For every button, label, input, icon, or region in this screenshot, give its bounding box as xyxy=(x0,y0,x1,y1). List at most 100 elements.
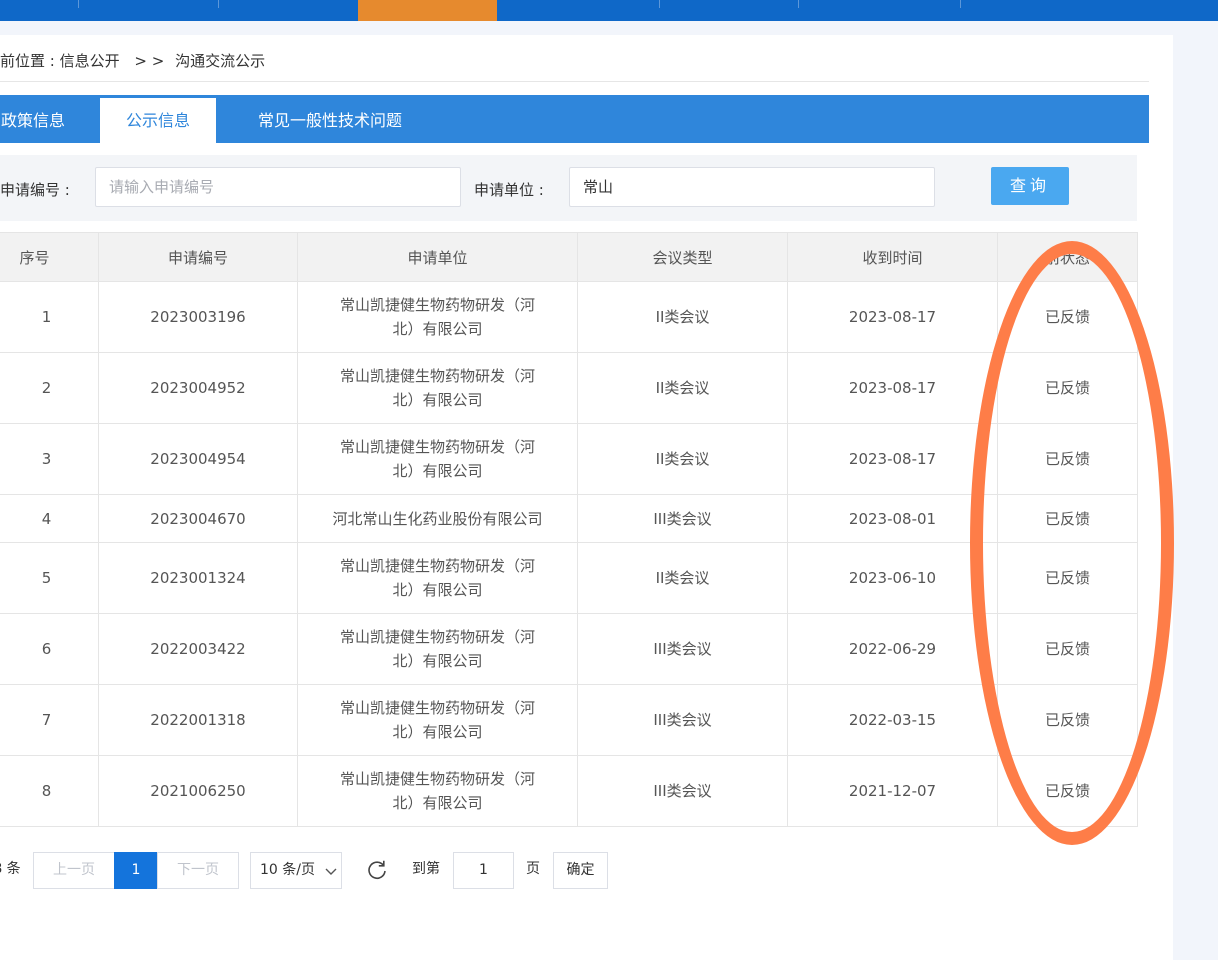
cell-index: 5 xyxy=(0,542,99,614)
cell-index: 2 xyxy=(0,352,99,424)
cell-status: 已反馈 xyxy=(997,542,1138,614)
unit-line: 常山凯捷健生物药物研发（河 xyxy=(339,296,535,314)
unit-line: 北）有限公司 xyxy=(392,723,483,741)
results-table: 序号 申请编号 申请单位 会议类型 收到时间 前状态 1 2023003196 常山… xyxy=(0,232,1138,827)
cell-unit: 常山凯捷健生物药物研发（河 北）有限公司 xyxy=(297,281,578,353)
cell-index: 3 xyxy=(0,423,99,495)
tab-policy-info[interactable]: 政策信息 xyxy=(0,95,82,143)
cell-unit: 河北常山生化药业股份有限公司 xyxy=(297,494,578,543)
total-count: 8 条 xyxy=(0,861,21,877)
cell-app-no: 2023001324 xyxy=(98,542,298,614)
goto-label: 到第 xyxy=(412,861,440,877)
table-row: 6 2022003422 常山凯捷健生物药物研发（河 北）有限公司 III类会议 2022… xyxy=(0,613,1138,685)
unit-line: 河北常山生化药业股份有限公司 xyxy=(332,509,543,528)
page-unit-label: 页 xyxy=(526,861,540,877)
breadcrumb: 前位置 : 信息公开 > > 沟通交流公示 xyxy=(0,50,265,71)
cell-unit: 常山凯捷健生物药物研发（河 北）有限公司 xyxy=(297,423,578,495)
table-row: 3 2023004954 常山凯捷健生物药物研发（河 北）有限公司 II类会议 2023-… xyxy=(0,423,1138,495)
cell-meeting-type: III类会议 xyxy=(577,684,788,756)
cell-index: 8 xyxy=(0,755,99,827)
cell-received-date: 2023-08-17 xyxy=(787,352,998,424)
cell-status: 已反馈 xyxy=(997,423,1138,495)
cell-received-date: 2021-12-07 xyxy=(787,755,998,827)
header-unit: 申请单位 xyxy=(297,232,578,282)
cell-status: 已反馈 xyxy=(997,755,1138,827)
cell-app-no: 2022003422 xyxy=(98,613,298,685)
table-header-row: 序号 申请编号 申请单位 会议类型 收到时间 前状态 xyxy=(0,232,1138,282)
cell-received-date: 2023-08-17 xyxy=(787,281,998,353)
unit-line: 北）有限公司 xyxy=(392,320,483,338)
cell-index: 1 xyxy=(0,281,99,353)
page-size-select[interactable]: 10 条/页 xyxy=(250,852,342,889)
cell-app-no: 2021006250 xyxy=(98,755,298,827)
unit-line: 常山凯捷健生物药物研发（河 xyxy=(339,557,535,575)
table-row: 5 2023001324 常山凯捷健生物药物研发（河 北）有限公司 II类会议 2023-… xyxy=(0,542,1138,614)
cell-status: 已反馈 xyxy=(997,281,1138,353)
table-row: 2 2023004952 常山凯捷健生物药物研发（河 北）有限公司 II类会议 2023-… xyxy=(0,352,1138,424)
top-nav-bar xyxy=(0,0,1218,21)
cell-unit: 常山凯捷健生物药物研发（河 北）有限公司 xyxy=(297,613,578,685)
refresh-icon[interactable] xyxy=(366,859,388,881)
cell-index: 7 xyxy=(0,684,99,756)
cell-meeting-type: II类会议 xyxy=(577,542,788,614)
search-filter-bar: 申请编号 : 申请单位 : 常山 查询 xyxy=(0,155,1137,221)
confirm-button[interactable]: 确定 xyxy=(553,852,608,889)
cell-unit: 常山凯捷健生物药物研发（河 北）有限公司 xyxy=(297,352,578,424)
header-meeting-type: 会议类型 xyxy=(577,232,788,282)
table-row: 4 2023004670 河北常山生化药业股份有限公司 III类会议 2023-08-0… xyxy=(0,494,1138,543)
unit-label: 申请单位 : xyxy=(474,181,544,199)
nav-separator xyxy=(78,0,79,8)
cell-app-no: 2022001318 xyxy=(98,684,298,756)
cell-index: 4 xyxy=(0,494,99,543)
cell-app-no: 2023004952 xyxy=(98,352,298,424)
app-no-input[interactable] xyxy=(95,167,461,207)
cell-status: 已反馈 xyxy=(997,494,1138,543)
nav-separator xyxy=(798,0,799,8)
cell-received-date: 2023-06-10 xyxy=(787,542,998,614)
next-page-button[interactable]: 下一页 xyxy=(157,852,239,889)
cell-received-date: 2022-06-29 xyxy=(787,613,998,685)
cell-unit: 常山凯捷健生物药物研发（河 北）有限公司 xyxy=(297,542,578,614)
tab-bar: 政策信息 公示信息 常见一般性技术问题 xyxy=(0,95,1149,143)
nav-separator xyxy=(659,0,660,8)
cell-app-no: 2023004954 xyxy=(98,423,298,495)
page-1-button[interactable]: 1 xyxy=(114,852,158,889)
table-row: 8 2021006250 常山凯捷健生物药物研发（河 北）有限公司 III类会议 2021… xyxy=(0,755,1138,827)
unit-line: 常山凯捷健生物药物研发（河 xyxy=(339,770,535,788)
nav-item-active[interactable] xyxy=(358,0,497,21)
unit-line: 常山凯捷健生物药物研发（河 xyxy=(339,699,535,717)
app-no-label: 申请编号 : xyxy=(0,181,70,199)
cell-app-no: 2023003196 xyxy=(98,281,298,353)
cell-unit: 常山凯捷健生物药物研发（河 北）有限公司 xyxy=(297,684,578,756)
cell-received-date: 2023-08-17 xyxy=(787,423,998,495)
tab-public-info[interactable]: 公示信息 xyxy=(100,98,216,143)
cell-status: 已反馈 xyxy=(997,352,1138,424)
header-index: 序号 xyxy=(0,232,99,282)
prev-page-button[interactable]: 上一页 xyxy=(33,852,115,889)
page-background xyxy=(1173,21,1218,960)
unit-line: 常山凯捷健生物药物研发（河 xyxy=(339,367,535,385)
header-status: 前状态 xyxy=(997,232,1138,282)
header-received-date: 收到时间 xyxy=(787,232,998,282)
cell-status: 已反馈 xyxy=(997,613,1138,685)
query-button[interactable]: 查询 xyxy=(991,167,1069,205)
divider xyxy=(0,81,1149,82)
cell-status: 已反馈 xyxy=(997,684,1138,756)
cell-unit: 常山凯捷健生物药物研发（河 北）有限公司 xyxy=(297,755,578,827)
breadcrumb-label: 前位置 : 信息公开 xyxy=(0,52,120,70)
nav-separator xyxy=(218,0,219,8)
unit-line: 常山凯捷健生物药物研发（河 xyxy=(339,438,535,456)
cell-received-date: 2022-03-15 xyxy=(787,684,998,756)
unit-input[interactable]: 常山 xyxy=(569,167,935,207)
cell-index: 6 xyxy=(0,613,99,685)
unit-line: 北）有限公司 xyxy=(392,581,483,599)
header-app-no: 申请编号 xyxy=(98,232,298,282)
breadcrumb-current[interactable]: 沟通交流公示 xyxy=(175,52,265,70)
goto-page-input[interactable]: 1 xyxy=(453,852,514,889)
breadcrumb-separator: > > xyxy=(134,52,165,70)
cell-meeting-type: III类会议 xyxy=(577,613,788,685)
unit-line: 常山凯捷健生物药物研发（河 xyxy=(339,628,535,646)
page-size-value: 10 条/页 xyxy=(260,862,315,878)
tab-common-tech-questions[interactable]: 常见一般性技术问题 xyxy=(236,95,424,143)
table-row: 7 2022001318 常山凯捷健生物药物研发（河 北）有限公司 III类会议 2022… xyxy=(0,684,1138,756)
